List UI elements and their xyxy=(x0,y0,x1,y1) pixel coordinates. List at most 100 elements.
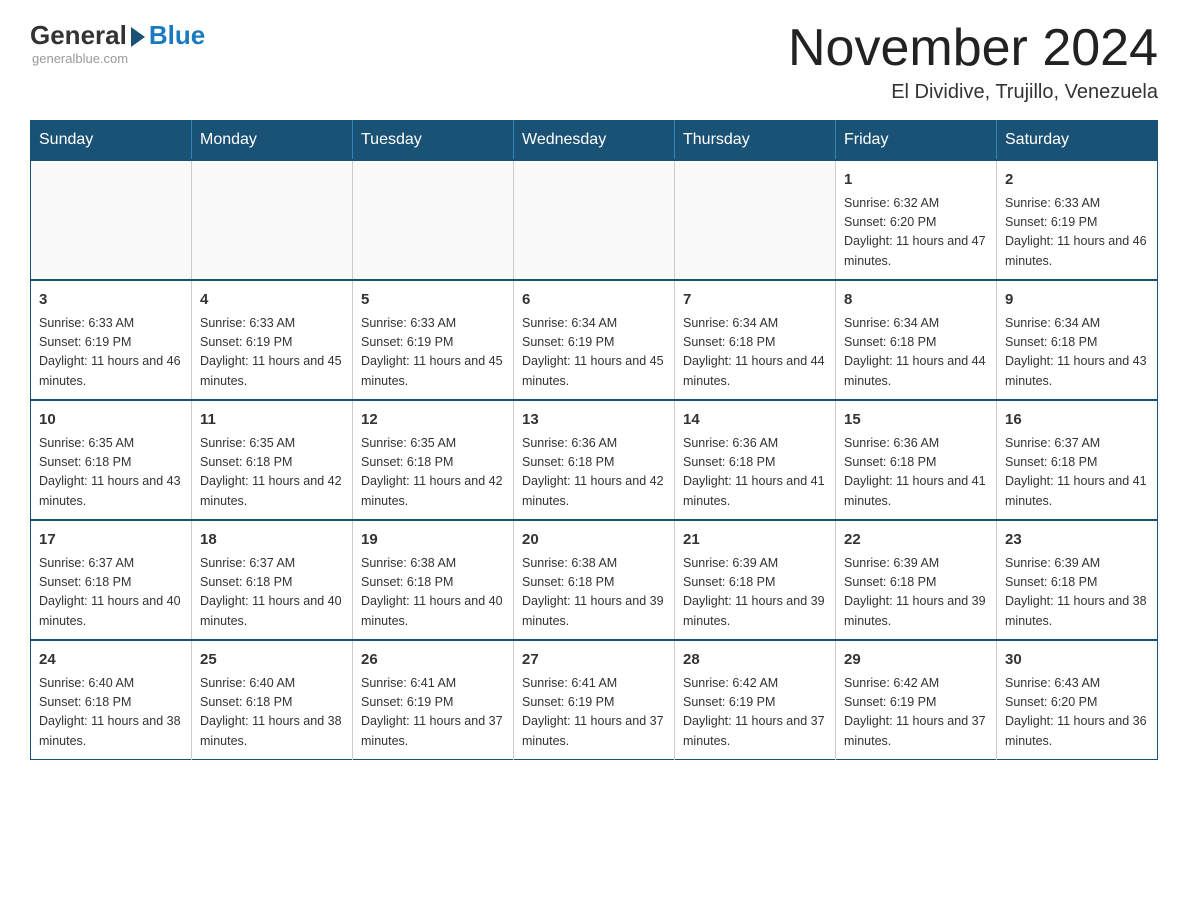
day-info: Sunrise: 6:41 AMSunset: 6:19 PMDaylight:… xyxy=(361,674,505,752)
calendar-cell: 27Sunrise: 6:41 AMSunset: 6:19 PMDayligh… xyxy=(514,640,675,760)
day-info: Sunrise: 6:39 AMSunset: 6:18 PMDaylight:… xyxy=(683,554,827,632)
day-info: Sunrise: 6:42 AMSunset: 6:19 PMDaylight:… xyxy=(844,674,988,752)
day-header-friday: Friday xyxy=(836,121,997,161)
calendar-cell: 24Sunrise: 6:40 AMSunset: 6:18 PMDayligh… xyxy=(31,640,192,760)
calendar-cell xyxy=(514,160,675,280)
calendar-header: SundayMondayTuesdayWednesdayThursdayFrid… xyxy=(31,121,1158,161)
day-number: 21 xyxy=(683,529,827,552)
day-number: 28 xyxy=(683,649,827,672)
day-number: 30 xyxy=(1005,649,1149,672)
calendar-week-row: 10Sunrise: 6:35 AMSunset: 6:18 PMDayligh… xyxy=(31,400,1158,520)
calendar-cell xyxy=(675,160,836,280)
day-number: 20 xyxy=(522,529,666,552)
day-info: Sunrise: 6:39 AMSunset: 6:18 PMDaylight:… xyxy=(1005,554,1149,632)
day-info: Sunrise: 6:36 AMSunset: 6:18 PMDaylight:… xyxy=(844,434,988,512)
day-number: 19 xyxy=(361,529,505,552)
day-info: Sunrise: 6:35 AMSunset: 6:18 PMDaylight:… xyxy=(200,434,344,512)
logo: General Blue generalblue.com xyxy=(30,20,205,66)
day-header-tuesday: Tuesday xyxy=(353,121,514,161)
day-header-saturday: Saturday xyxy=(997,121,1158,161)
day-number: 24 xyxy=(39,649,183,672)
calendar-cell: 23Sunrise: 6:39 AMSunset: 6:18 PMDayligh… xyxy=(997,520,1158,640)
day-info: Sunrise: 6:33 AMSunset: 6:19 PMDaylight:… xyxy=(200,314,344,392)
day-info: Sunrise: 6:38 AMSunset: 6:18 PMDaylight:… xyxy=(361,554,505,632)
day-info: Sunrise: 6:37 AMSunset: 6:18 PMDaylight:… xyxy=(200,554,344,632)
calendar-cell: 7Sunrise: 6:34 AMSunset: 6:18 PMDaylight… xyxy=(675,280,836,400)
calendar-cell: 1Sunrise: 6:32 AMSunset: 6:20 PMDaylight… xyxy=(836,160,997,280)
day-info: Sunrise: 6:34 AMSunset: 6:18 PMDaylight:… xyxy=(683,314,827,392)
day-info: Sunrise: 6:35 AMSunset: 6:18 PMDaylight:… xyxy=(361,434,505,512)
day-number: 18 xyxy=(200,529,344,552)
day-number: 10 xyxy=(39,409,183,432)
calendar-week-row: 3 Sunrise: 6:33 AMSunset: 6:19 PMDaylight… xyxy=(31,280,1158,400)
day-header-wednesday: Wednesday xyxy=(514,121,675,161)
calendar-cell: 25Sunrise: 6:40 AMSunset: 6:18 PMDayligh… xyxy=(192,640,353,760)
calendar-cell xyxy=(353,160,514,280)
day-number: 29 xyxy=(844,649,988,672)
day-info: Sunrise: 6:41 AMSunset: 6:19 PMDaylight:… xyxy=(522,674,666,752)
calendar-week-row: 17 Sunrise: 6:37 AMSunset: 6:18 PMDayligh… xyxy=(31,520,1158,640)
day-number: 22 xyxy=(844,529,988,552)
day-header-thursday: Thursday xyxy=(675,121,836,161)
calendar-cell: 15Sunrise: 6:36 AMSunset: 6:18 PMDayligh… xyxy=(836,400,997,520)
calendar-cell: 4Sunrise: 6:33 AMSunset: 6:19 PMDaylight… xyxy=(192,280,353,400)
day-number: 3 xyxy=(39,289,183,312)
day-number: 7 xyxy=(683,289,827,312)
day-info: Sunrise: 6:37 AMSunset: 6:18 PMDaylight:… xyxy=(1005,434,1149,512)
calendar-cell: 9Sunrise: 6:34 AMSunset: 6:18 PMDaylight… xyxy=(997,280,1158,400)
calendar-cell: 16Sunrise: 6:37 AMSunset: 6:18 PMDayligh… xyxy=(997,400,1158,520)
day-number: 26 xyxy=(361,649,505,672)
calendar-cell: 28Sunrise: 6:42 AMSunset: 6:19 PMDayligh… xyxy=(675,640,836,760)
day-number: 12 xyxy=(361,409,505,432)
day-number: 4 xyxy=(200,289,344,312)
calendar-cell: 17Sunrise: 6:37 AMSunset: 6:18 PMDayligh… xyxy=(31,520,192,640)
day-number: 13 xyxy=(522,409,666,432)
day-info: Sunrise: 6:34 AMSunset: 6:18 PMDaylight:… xyxy=(1005,314,1149,392)
calendar-cell: 26Sunrise: 6:41 AMSunset: 6:19 PMDayligh… xyxy=(353,640,514,760)
day-number: 8 xyxy=(844,289,988,312)
calendar-body: 1Sunrise: 6:32 AMSunset: 6:20 PMDaylight… xyxy=(31,160,1158,760)
day-number: 6 xyxy=(522,289,666,312)
calendar-cell: 13Sunrise: 6:36 AMSunset: 6:18 PMDayligh… xyxy=(514,400,675,520)
day-info: Sunrise: 6:36 AMSunset: 6:18 PMDaylight:… xyxy=(522,434,666,512)
day-number: 15 xyxy=(844,409,988,432)
day-number: 17 xyxy=(39,529,183,552)
calendar-cell: 5Sunrise: 6:33 AMSunset: 6:19 PMDaylight… xyxy=(353,280,514,400)
day-number: 16 xyxy=(1005,409,1149,432)
day-header-monday: Monday xyxy=(192,121,353,161)
day-info: Sunrise: 6:33 AMSunset: 6:19 PMDaylight:… xyxy=(361,314,505,392)
location-subtitle: El Dividive, Trujillo, Venezuela xyxy=(788,81,1158,104)
day-info: Sunrise: 6:39 AMSunset: 6:18 PMDaylight:… xyxy=(844,554,988,632)
day-number: 23 xyxy=(1005,529,1149,552)
calendar-cell: 21Sunrise: 6:39 AMSunset: 6:18 PMDayligh… xyxy=(675,520,836,640)
calendar-cell xyxy=(192,160,353,280)
calendar-cell: 2Sunrise: 6:33 AMSunset: 6:19 PMDaylight… xyxy=(997,160,1158,280)
calendar-cell: 3Sunrise: 6:33 AMSunset: 6:19 PMDaylight… xyxy=(31,280,192,400)
calendar-week-row: 24Sunrise: 6:40 AMSunset: 6:18 PMDayligh… xyxy=(31,640,1158,760)
title-section: November 2024 El Dividive, Trujillo, Ven… xyxy=(788,20,1158,104)
calendar-week-row: 1Sunrise: 6:32 AMSunset: 6:20 PMDaylight… xyxy=(31,160,1158,280)
day-number: 1 xyxy=(844,169,988,192)
day-info: Sunrise: 6:33 AMSunset: 6:19 PMDaylight:… xyxy=(1005,194,1149,272)
logo-arrow-icon xyxy=(131,27,145,47)
day-info: Sunrise: 6:38 AMSunset: 6:18 PMDaylight:… xyxy=(522,554,666,632)
calendar-cell: 12Sunrise: 6:35 AMSunset: 6:18 PMDayligh… xyxy=(353,400,514,520)
calendar-cell: 20Sunrise: 6:38 AMSunset: 6:18 PMDayligh… xyxy=(514,520,675,640)
day-info: Sunrise: 6:36 AMSunset: 6:18 PMDaylight:… xyxy=(683,434,827,512)
calendar-cell xyxy=(31,160,192,280)
calendar-cell: 22Sunrise: 6:39 AMSunset: 6:18 PMDayligh… xyxy=(836,520,997,640)
day-info: Sunrise: 6:35 AMSunset: 6:18 PMDaylight:… xyxy=(39,434,183,512)
days-of-week-row: SundayMondayTuesdayWednesdayThursdayFrid… xyxy=(31,121,1158,161)
calendar-cell: 30Sunrise: 6:43 AMSunset: 6:20 PMDayligh… xyxy=(997,640,1158,760)
day-info: Sunrise: 6:43 AMSunset: 6:20 PMDaylight:… xyxy=(1005,674,1149,752)
calendar-cell: 11Sunrise: 6:35 AMSunset: 6:18 PMDayligh… xyxy=(192,400,353,520)
day-number: 27 xyxy=(522,649,666,672)
day-number: 5 xyxy=(361,289,505,312)
logo-tagline: generalblue.com xyxy=(32,51,128,66)
day-info: Sunrise: 6:40 AMSunset: 6:18 PMDaylight:… xyxy=(39,674,183,752)
calendar-cell: 14Sunrise: 6:36 AMSunset: 6:18 PMDayligh… xyxy=(675,400,836,520)
calendar-cell: 18Sunrise: 6:37 AMSunset: 6:18 PMDayligh… xyxy=(192,520,353,640)
day-number: 9 xyxy=(1005,289,1149,312)
day-info: Sunrise: 6:40 AMSunset: 6:18 PMDaylight:… xyxy=(200,674,344,752)
page-header: General Blue generalblue.com November 20… xyxy=(30,20,1158,104)
